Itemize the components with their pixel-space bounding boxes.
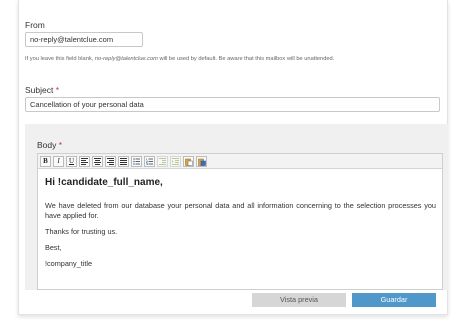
paste-icon[interactable]: [183, 155, 194, 167]
body-label-text: Body: [37, 140, 57, 150]
bold-button[interactable]: B: [40, 155, 51, 167]
email-signature: !company_title: [45, 259, 93, 268]
align-right-icon[interactable]: [105, 155, 116, 167]
underline-button[interactable]: U: [66, 155, 77, 167]
outdent-icon[interactable]: [157, 155, 168, 167]
subject-field[interactable]: Cancellation of your personal data: [25, 97, 440, 112]
align-justify-icon[interactable]: [118, 155, 129, 167]
email-closing: Best,: [45, 243, 62, 252]
hint-email: no-reply@talentclue.com: [94, 56, 158, 62]
body-required-mark: *: [58, 140, 63, 150]
subject-required-mark: *: [55, 85, 60, 95]
italic-button[interactable]: I: [53, 155, 64, 167]
body-label: Body *: [37, 140, 62, 150]
save-button[interactable]: Guardar: [352, 293, 436, 307]
email-greeting: Hi !candidate_full_name,: [45, 177, 163, 188]
hint-text-start: If you leave this field blank,: [25, 56, 95, 62]
bulleted-list-icon[interactable]: [131, 155, 142, 167]
hint-text-end: will be used by default. Be aware that t…: [157, 56, 335, 62]
body-section: Body * B I U Hi !candidate_full_name, We…: [25, 124, 448, 290]
align-center-icon[interactable]: [92, 155, 103, 167]
editor-toolbar: B I U: [38, 154, 442, 169]
from-hint: If you leave this field blank, no-reply@…: [25, 56, 334, 62]
email-template-form: From no-reply@talentclue.com If you leav…: [18, 0, 448, 315]
editor-content[interactable]: Hi !candidate_full_name, We have deleted…: [38, 169, 442, 269]
preview-button[interactable]: Vista previa: [252, 293, 346, 307]
form-footer: Vista previa Guardar: [19, 290, 447, 314]
email-thanks: Thanks for trusting us.: [45, 227, 118, 236]
indent-icon[interactable]: [170, 155, 181, 167]
subject-label: Subject *: [25, 85, 59, 95]
subject-label-text: Subject: [25, 85, 54, 95]
numbered-list-icon[interactable]: [144, 155, 155, 167]
from-label: From: [25, 20, 45, 30]
paste-from-word-icon[interactable]: [196, 155, 207, 167]
align-left-icon[interactable]: [79, 155, 90, 167]
email-paragraph: We have deleted from our database your p…: [45, 201, 436, 220]
rich-text-editor[interactable]: B I U Hi !candidate_full_name, We have d…: [37, 153, 443, 290]
from-field[interactable]: no-reply@talentclue.com: [25, 32, 143, 47]
